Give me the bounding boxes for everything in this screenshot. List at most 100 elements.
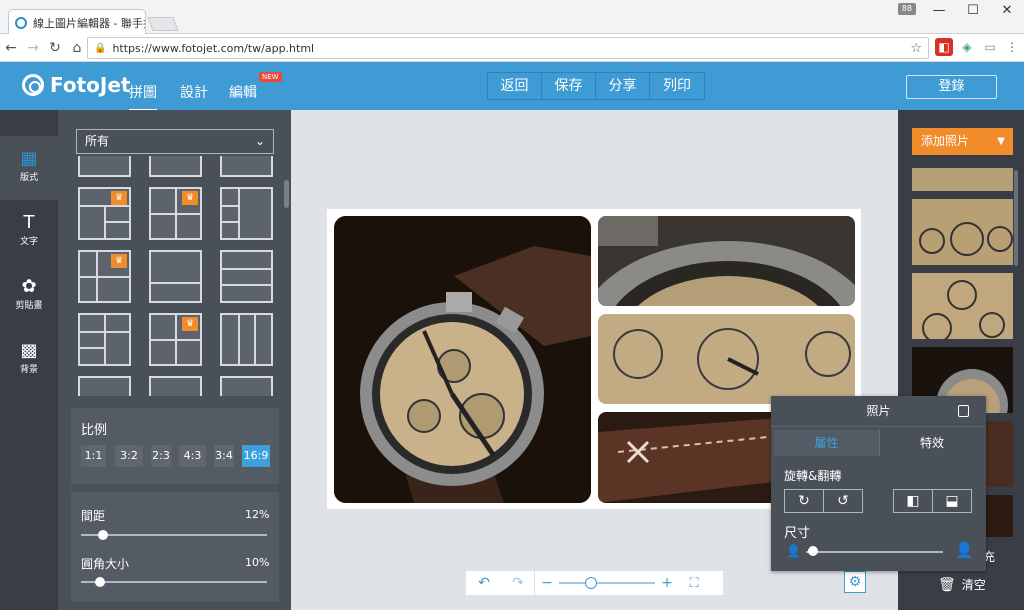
tab-design[interactable]: 設計	[180, 82, 208, 102]
ratio-2-3[interactable]: 2:3	[151, 445, 171, 467]
collage-photo-dial[interactable]	[598, 314, 855, 404]
nav-background[interactable]: ▩ 背景	[0, 328, 58, 392]
size-label: 尺寸	[784, 526, 811, 541]
clear-button[interactable]: 🗑 清空	[938, 576, 986, 593]
print-button[interactable]: 列印	[650, 73, 704, 99]
premium-crown-icon: ♛	[182, 191, 198, 205]
nav-background-label: 背景	[19, 365, 38, 375]
extension-red-icon[interactable]: ◧	[935, 38, 953, 56]
nav-text[interactable]: T 文字	[0, 200, 58, 264]
fullscreen-icon[interactable]: ⛶	[679, 576, 709, 591]
layout-thumb[interactable]	[220, 376, 273, 396]
ratio-16-9[interactable]: 16:9	[242, 445, 270, 467]
extension-green-icon[interactable]: ◈	[958, 38, 976, 56]
tab-effects[interactable]: 特效	[879, 430, 984, 456]
size-slider-knob[interactable]	[808, 546, 818, 556]
extension-gray-icon[interactable]: ▭	[981, 38, 999, 56]
redo-icon[interactable]: ↷	[502, 575, 534, 591]
trash-icon: 🗑	[938, 576, 956, 593]
layout-thumb[interactable]: ♛	[78, 187, 131, 240]
chrome-menu-icon[interactable]: ⋮	[1003, 38, 1021, 56]
collage-photo-watch[interactable]	[334, 216, 591, 503]
size-slider-track[interactable]	[806, 551, 943, 553]
logo-text: FotoJet	[50, 73, 131, 97]
add-photo-button[interactable]: 添加照片 ▼	[912, 128, 1013, 155]
ratio-4-3[interactable]: 4:3	[179, 445, 206, 467]
flip-vertical-icon[interactable]: ⬓	[932, 489, 972, 513]
layout-thumb[interactable]	[78, 376, 131, 396]
ratio-3-2[interactable]: 3:2	[115, 445, 143, 467]
nav-layout[interactable]: ▦ 版式	[0, 136, 58, 200]
layout-thumb[interactable]	[220, 187, 273, 240]
size-large-icon: 👤	[955, 541, 974, 559]
layout-thumb[interactable]	[149, 250, 202, 303]
layout-thumb[interactable]: ♛	[149, 187, 202, 240]
nav-clipart[interactable]: ✿ 剪貼畫	[0, 264, 58, 328]
layout-thumb[interactable]: ♛	[78, 250, 131, 303]
layout-thumb[interactable]: ♛	[149, 313, 202, 366]
profile-badge[interactable]: 88	[898, 3, 916, 15]
home-icon[interactable]: ⌂	[66, 40, 88, 56]
photo-thumb[interactable]	[912, 168, 1013, 191]
layout-thumb[interactable]	[78, 156, 131, 177]
url-field[interactable]: 🔒 https://www.fotojet.com/tw/app.html ☆	[87, 37, 929, 59]
collage-photo-bezel[interactable]	[598, 216, 855, 306]
minimize-icon[interactable]: —	[922, 0, 956, 22]
new-tab-button[interactable]	[147, 17, 179, 31]
zoom-slider[interactable]	[559, 577, 655, 589]
flip-horizontal-icon[interactable]: ◧	[893, 489, 933, 513]
tab-title: 線上圖片編輯器 - 聯手拉	[33, 16, 146, 30]
save-button[interactable]: 保存	[542, 73, 596, 99]
layout-thumb[interactable]	[149, 376, 202, 396]
photo-thumb[interactable]	[912, 199, 1013, 265]
zoom-out-button[interactable]: −	[535, 575, 559, 591]
layout-thumb[interactable]	[78, 313, 131, 366]
share-button[interactable]: 分享	[596, 73, 650, 99]
reload-icon[interactable]: ↻	[44, 40, 66, 56]
tab-properties[interactable]: 屬性	[774, 430, 879, 456]
layout-thumb[interactable]	[149, 156, 202, 177]
spacing-value: 12%	[245, 508, 270, 521]
corner-label: 圓角大小	[81, 557, 130, 571]
corner-slider-track[interactable]	[81, 581, 267, 583]
panel-scrollbar[interactable]	[284, 180, 289, 208]
lock-icon[interactable]	[958, 405, 969, 417]
popup-title: 照片	[771, 396, 986, 427]
spacing-slider-track[interactable]	[81, 534, 267, 536]
bookmark-star-icon[interactable]: ☆	[910, 41, 922, 56]
layout-thumb[interactable]	[220, 313, 273, 366]
settings-gear-icon[interactable]: ⚙	[844, 571, 866, 593]
back-button[interactable]: 返回	[488, 73, 542, 99]
undo-icon[interactable]: ↶	[466, 575, 502, 591]
rotate-left-icon[interactable]: ↺	[823, 489, 863, 513]
corner-slider-knob[interactable]	[94, 577, 105, 587]
nav-text-label: 文字	[19, 237, 38, 247]
tab-edit[interactable]: 編輯	[229, 82, 257, 102]
photo-thumb[interactable]	[912, 273, 1013, 339]
text-icon: T	[23, 212, 35, 233]
maximize-icon[interactable]: ☐	[956, 0, 990, 22]
login-button[interactable]: 登錄	[906, 75, 997, 99]
layout-thumb[interactable]	[220, 250, 273, 303]
rotate-flip-label: 旋轉&翻轉	[784, 469, 842, 483]
ratio-3-4[interactable]: 3:4	[214, 445, 234, 467]
browser-tab[interactable]: 線上圖片編輯器 - 聯手拉 ×	[8, 9, 146, 35]
photo-panel-scrollbar[interactable]	[1014, 170, 1018, 266]
fotojet-logo[interactable]: FotoJet	[22, 73, 130, 97]
layout-thumb[interactable]	[220, 156, 273, 177]
zoom-slider-knob[interactable]	[585, 577, 597, 589]
window-close-icon[interactable]: ✕	[990, 0, 1024, 22]
rotate-right-icon[interactable]: ↻	[784, 489, 824, 513]
chevron-down-icon: ⌄	[254, 134, 265, 148]
address-bar-row: ← → ↻ ⌂ 🔒 https://www.fotojet.com/tw/app…	[0, 34, 1024, 62]
zoom-in-button[interactable]: +	[655, 575, 679, 591]
back-icon[interactable]: ←	[0, 40, 22, 56]
corner-value: 10%	[245, 556, 270, 569]
background-icon: ▩	[20, 340, 38, 361]
forward-icon[interactable]: →	[22, 40, 44, 56]
layout-filter-select[interactable]: 所有 ⌄	[76, 129, 274, 154]
ratio-1-1[interactable]: 1:1	[81, 445, 106, 467]
layout-icon: ▦	[20, 148, 38, 169]
tab-collage[interactable]: 拼圖	[129, 82, 157, 112]
dropdown-triangle-icon: ▼	[997, 136, 1005, 147]
